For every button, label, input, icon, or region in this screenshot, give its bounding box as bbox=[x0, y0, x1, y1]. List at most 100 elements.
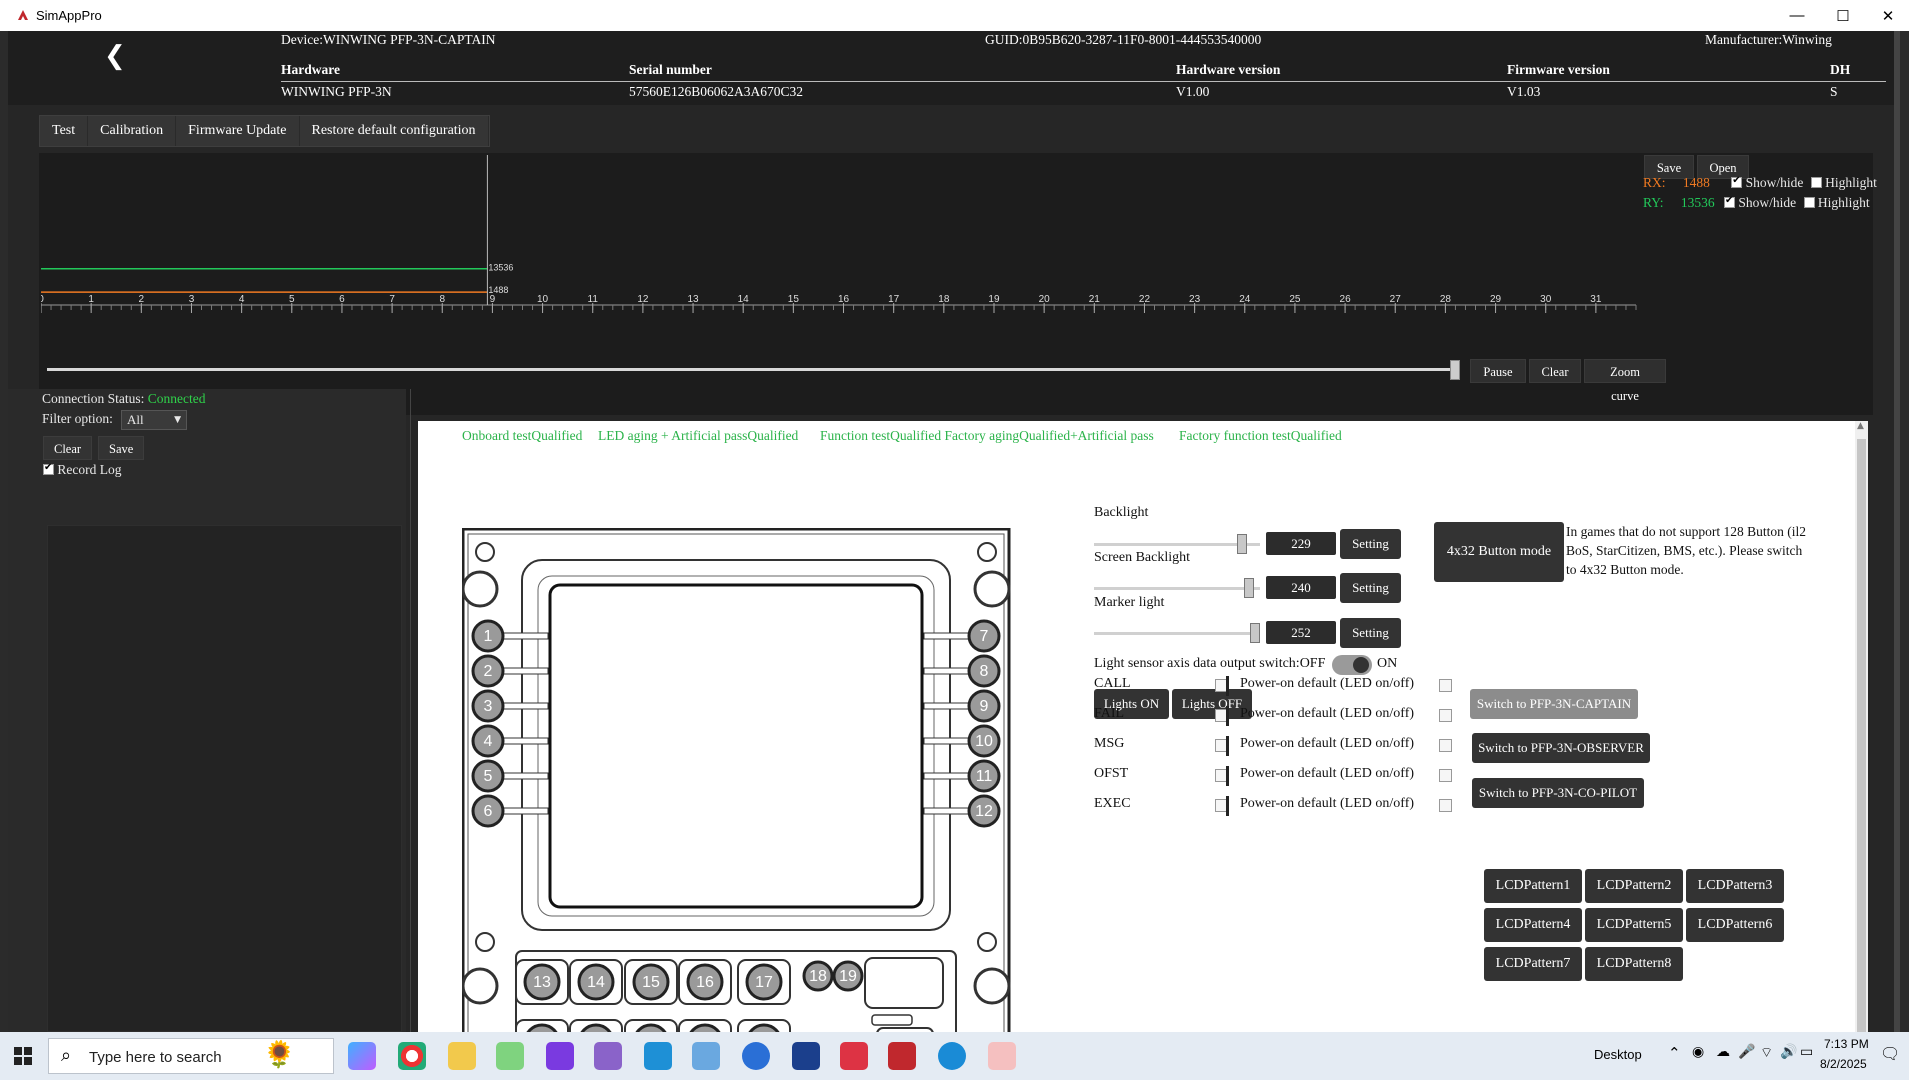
connection-status-value: Connected bbox=[147, 391, 206, 406]
led-call-power-on-checkbox[interactable] bbox=[1439, 679, 1452, 692]
window-scrollbar[interactable] bbox=[1894, 31, 1900, 1032]
microphone-icon[interactable]: 🎤 bbox=[1738, 1044, 1755, 1060]
tab-restore-default[interactable]: Restore default configuration bbox=[299, 116, 489, 146]
clock-date[interactable]: 8/2/2025 bbox=[1820, 1057, 1867, 1071]
zoom-curve-button[interactable]: Zoom curve bbox=[1584, 359, 1666, 403]
backlight-value[interactable]: 229 bbox=[1266, 532, 1336, 555]
device-key-label: 6 bbox=[484, 803, 493, 820]
chrome-icon[interactable] bbox=[398, 1042, 426, 1070]
speaker-icon[interactable]: 🔊 bbox=[1780, 1044, 1797, 1060]
pause-button[interactable]: Pause bbox=[1470, 359, 1526, 383]
test-content-panel: Onboard testQualified LED aging + Artifi… bbox=[418, 421, 1868, 1063]
lcd-pattern-8-button[interactable]: LCDPattern8 bbox=[1585, 947, 1683, 981]
x-tick-label: 4 bbox=[239, 294, 245, 305]
record-log-checkbox[interactable] bbox=[43, 462, 54, 475]
copilot-icon[interactable] bbox=[348, 1042, 376, 1070]
marker-light-setting-button[interactable]: Setting bbox=[1340, 618, 1401, 648]
device-key-label: 2 bbox=[484, 663, 493, 680]
lcd-pattern-7-button[interactable]: LCDPattern7 bbox=[1484, 947, 1582, 981]
backlight-label: Backlight bbox=[1094, 505, 1149, 520]
marker-light-value[interactable]: 252 bbox=[1266, 621, 1336, 644]
tab-test[interactable]: Test bbox=[40, 116, 89, 146]
switch-captain-button[interactable]: Switch to PFP-3N-CAPTAIN bbox=[1470, 689, 1638, 719]
simapppro-taskbar-icon[interactable] bbox=[888, 1042, 916, 1070]
switch-observer-button[interactable]: Switch to PFP-3N-OBSERVER bbox=[1472, 733, 1650, 763]
windows-start-icon[interactable] bbox=[14, 1047, 32, 1065]
light-sensor-on-label: ON bbox=[1377, 656, 1398, 671]
marker-light-slider-handle[interactable] bbox=[1250, 623, 1260, 643]
screen-backlight-slider-handle[interactable] bbox=[1244, 578, 1254, 598]
chevron-down-icon: ▼ bbox=[174, 415, 181, 425]
aviation-app-icon[interactable] bbox=[742, 1042, 770, 1070]
log-clear-button[interactable]: Clear bbox=[43, 436, 93, 460]
record-log-label: Record Log bbox=[57, 462, 122, 477]
radar-app-icon[interactable] bbox=[840, 1042, 868, 1070]
lcd-pattern-6-button[interactable]: LCDPattern6 bbox=[1686, 908, 1784, 942]
wifi-icon[interactable]: ⌔ bbox=[1760, 1044, 1773, 1062]
clock-time[interactable]: 7:13 PM bbox=[1824, 1037, 1869, 1051]
tab-firmware-update[interactable]: Firmware Update bbox=[176, 116, 300, 146]
screen-backlight-slider-track[interactable] bbox=[1094, 587, 1260, 590]
vector-app-icon[interactable] bbox=[496, 1042, 524, 1070]
lcd-pattern-3-button[interactable]: LCDPattern3 bbox=[1686, 869, 1784, 903]
screen-backlight-setting-button[interactable]: Setting bbox=[1340, 573, 1401, 603]
filter-select[interactable]: All ▼ bbox=[121, 410, 187, 430]
button-mode-4x32-button[interactable]: 4x32 Button mode bbox=[1434, 522, 1564, 582]
log-output-area[interactable] bbox=[47, 525, 402, 1032]
tray-chevron-icon[interactable]: ⌃ bbox=[1668, 1044, 1681, 1062]
screen-backlight-value[interactable]: 240 bbox=[1266, 576, 1336, 599]
minimize-icon[interactable]: — bbox=[1774, 0, 1820, 31]
back-arrow-icon[interactable]: ❮ bbox=[104, 41, 126, 71]
chart-clear-button[interactable]: Clear bbox=[1529, 359, 1581, 383]
rx-show-hide-checkbox[interactable] bbox=[1731, 175, 1743, 188]
x-tick-label: 10 bbox=[537, 294, 549, 305]
backlight-slider-track[interactable] bbox=[1094, 543, 1260, 546]
x-tick-label: 15 bbox=[788, 294, 800, 305]
lcd-pattern-5-button[interactable]: LCDPattern5 bbox=[1585, 908, 1683, 942]
purple-app-icon[interactable] bbox=[546, 1042, 574, 1070]
taskbar-search-box[interactable]: ⌕ Type here to search 🌻 bbox=[48, 1038, 334, 1074]
onedrive-icon[interactable]: ☁ bbox=[1716, 1044, 1730, 1060]
marker-light-slider-track[interactable] bbox=[1094, 632, 1260, 635]
led-ofst-power-on-checkbox[interactable] bbox=[1439, 769, 1452, 782]
close-icon[interactable]: ✕ bbox=[1865, 0, 1909, 31]
desktop-label[interactable]: Desktop bbox=[1594, 1047, 1642, 1062]
lsk-connector bbox=[923, 702, 975, 710]
axis-chart-panel: 0123456789101112131415161718192021222324… bbox=[39, 153, 1877, 415]
snipping-tool-icon[interactable] bbox=[988, 1042, 1016, 1070]
led-fail-power-on-checkbox[interactable] bbox=[1439, 709, 1452, 722]
lcd-pattern-4-button[interactable]: LCDPattern4 bbox=[1484, 908, 1582, 942]
light-sensor-toggle[interactable] bbox=[1332, 655, 1372, 675]
switch-copilot-button[interactable]: Switch to PFP-3N-CO-PILOT bbox=[1472, 778, 1644, 808]
ry-highlight-checkbox[interactable] bbox=[1803, 197, 1815, 208]
paint-app-icon[interactable] bbox=[594, 1042, 622, 1070]
timeline-slider-handle[interactable] bbox=[1450, 360, 1460, 380]
backlight-slider-handle[interactable] bbox=[1237, 534, 1247, 554]
battery-icon[interactable]: ▭ bbox=[1800, 1044, 1813, 1060]
led-exec-power-on-checkbox[interactable] bbox=[1439, 799, 1452, 812]
tab-calibration[interactable]: Calibration bbox=[88, 116, 177, 146]
device-key-label: 15 bbox=[642, 974, 660, 991]
lcd-pattern-2-button[interactable]: LCDPattern2 bbox=[1585, 869, 1683, 903]
file-explorer-icon[interactable] bbox=[448, 1042, 476, 1070]
content-scrollbar[interactable]: ▲ bbox=[1855, 421, 1868, 1063]
led-msg-power-on-checkbox[interactable] bbox=[1439, 739, 1452, 752]
rx-highlight-checkbox[interactable] bbox=[1810, 177, 1822, 188]
log-save-button[interactable]: Save bbox=[98, 436, 145, 460]
flight-app-icon[interactable] bbox=[692, 1042, 720, 1070]
maximize-icon[interactable]: ☐ bbox=[1820, 0, 1866, 31]
connection-status: Connection Status: Connected bbox=[42, 391, 205, 407]
record-icon[interactable]: ◉ bbox=[1692, 1044, 1704, 1060]
led-msg-label: MSG bbox=[1094, 736, 1125, 751]
ry-show-hide-checkbox[interactable] bbox=[1724, 195, 1736, 208]
lcd-pattern-1-button[interactable]: LCDPattern1 bbox=[1484, 869, 1582, 903]
edge-icon[interactable] bbox=[938, 1042, 966, 1070]
notification-icon[interactable]: 🗨 bbox=[1880, 1044, 1900, 1063]
scroll-up-icon[interactable]: ▲ bbox=[1857, 421, 1864, 431]
tab-bar: Test Calibration Firmware Update Restore… bbox=[39, 115, 490, 147]
backlight-setting-button[interactable]: Setting bbox=[1340, 529, 1401, 559]
timeline-slider-track[interactable] bbox=[47, 368, 1457, 371]
content-scrollbar-thumb[interactable] bbox=[1857, 439, 1866, 1059]
navigraph-icon[interactable] bbox=[792, 1042, 820, 1070]
xplane-icon[interactable] bbox=[644, 1042, 672, 1070]
